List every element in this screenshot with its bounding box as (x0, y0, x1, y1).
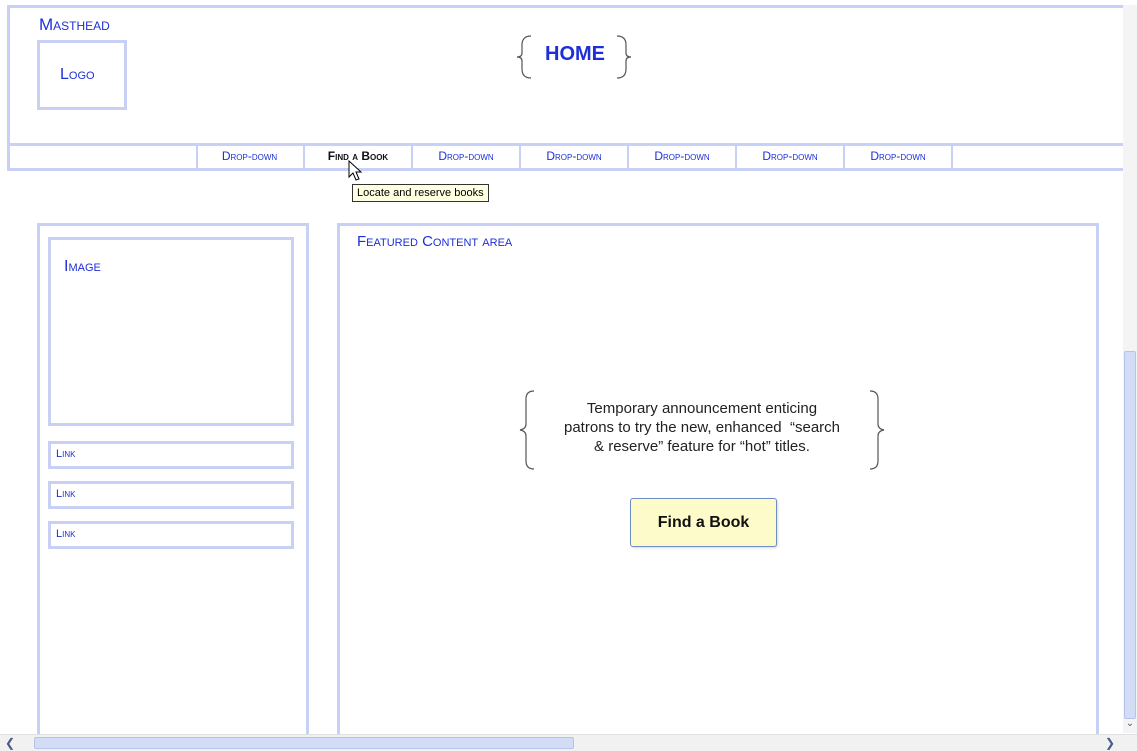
sidebar-link-label: Link (56, 528, 76, 540)
nav-item-label: Drop-down (870, 149, 926, 163)
nav-item-dropdown-4[interactable]: Drop-down (629, 146, 737, 168)
nav-item-label: Drop-down (221, 149, 278, 163)
vertical-scrollbar[interactable]: ⌄ (1123, 5, 1137, 733)
featured-content-label: Featured Content area (357, 233, 513, 250)
nav-item-label: Drop-down (546, 149, 602, 163)
logo-label: Logo (60, 66, 95, 83)
find-a-book-button[interactable]: Find a Book (630, 498, 777, 547)
sidebar-link-3[interactable]: Link (48, 521, 294, 549)
tooltip: Locate and reserve books (352, 184, 489, 202)
nav-item-label: Drop-down (438, 149, 494, 163)
nav-item-label: Drop-down (762, 149, 818, 163)
featured-content-area (337, 223, 1099, 743)
masthead-label: Masthead (39, 15, 110, 34)
chevron-left-icon[interactable]: ❮ (2, 736, 18, 750)
chevron-right-icon[interactable]: ❯ (1102, 736, 1118, 750)
sidebar-link-1[interactable]: Link (48, 441, 294, 469)
nav-item-label: Drop-down (654, 149, 710, 163)
vertical-scrollbar-thumb[interactable] (1124, 351, 1136, 719)
chevron-down-icon[interactable]: ⌄ (1123, 717, 1137, 731)
horizontal-scrollbar-thumb[interactable] (34, 737, 574, 749)
find-a-book-button-label: Find a Book (657, 514, 750, 531)
announcement-line-3: & reserve” feature for “hot” titles. (594, 438, 810, 455)
sidebar-link-label: Link (56, 488, 76, 500)
nav-item-dropdown-5[interactable]: Drop-down (737, 146, 845, 168)
nav-item-dropdown-3[interactable]: Drop-down (521, 146, 629, 168)
image-label: Image (64, 258, 101, 275)
arrow-cursor-icon (348, 160, 363, 181)
sidebar-link-label: Link (56, 448, 76, 460)
announcement-line-1: Temporary announcement enticing (586, 400, 818, 417)
sidebar-link-2[interactable]: Link (48, 481, 294, 509)
nav-item-dropdown-2[interactable]: Drop-down (413, 146, 521, 168)
announcement-text: Temporary announcement enticing patrons … (531, 399, 873, 456)
horizontal-scrollbar[interactable]: ❮ ❯ (0, 734, 1137, 751)
nav-item-dropdown-1[interactable]: Drop-down (196, 146, 305, 168)
announcement-line-2: patrons to try the new, enhanced “search (564, 419, 840, 436)
page-title: HOME (545, 43, 605, 65)
nav-item-dropdown-6[interactable]: Drop-down (845, 146, 953, 168)
